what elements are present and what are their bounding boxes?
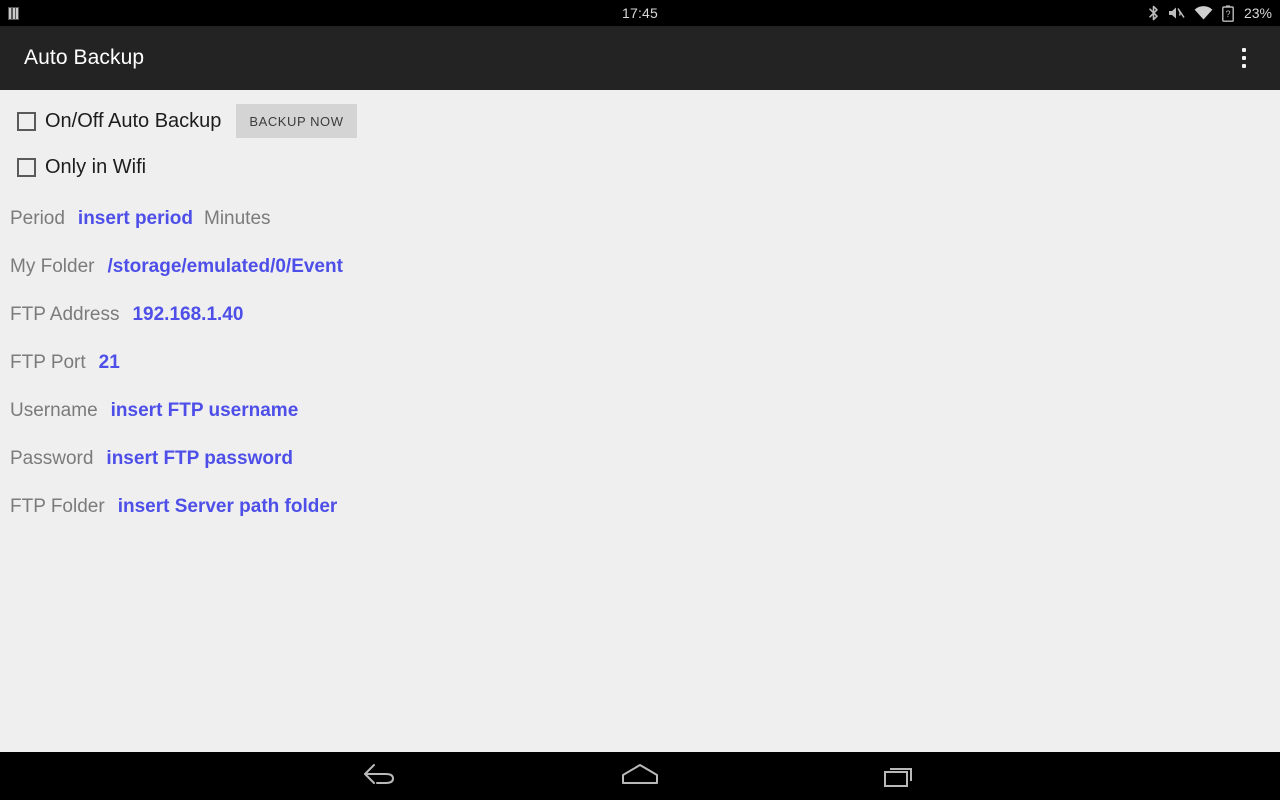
- value-ftp-port[interactable]: 21: [99, 352, 120, 374]
- field-row-my-folder: My Folder /storage/emulated/0/Event: [10, 256, 343, 278]
- settings-content: On/Off Auto Backup BACKUP NOW Only in Wi…: [0, 90, 1280, 752]
- page-title: Auto Backup: [24, 46, 145, 69]
- back-arrow-icon: [364, 764, 394, 784]
- nav-home-button[interactable]: [560, 752, 720, 800]
- checkbox-only-in-wifi[interactable]: [17, 158, 36, 177]
- row-auto-backup-toggle: On/Off Auto Backup BACKUP NOW: [0, 104, 357, 138]
- value-ftp-address[interactable]: 192.168.1.40: [132, 304, 243, 326]
- android-nav-bar: [0, 752, 1280, 800]
- label-username: Username: [10, 400, 98, 421]
- nav-spacer-left: [460, 752, 560, 800]
- volume-muted-icon: [1168, 7, 1185, 19]
- field-row-password: Password insert FTP password: [10, 448, 293, 470]
- checkbox-only-in-wifi-label: Only in Wifi: [45, 156, 147, 178]
- value-ftp-folder[interactable]: insert Server path folder: [118, 496, 338, 518]
- home-icon: [622, 764, 658, 784]
- status-bar-clock: 17:45: [621, 5, 659, 21]
- label-password: Password: [10, 448, 94, 469]
- field-row-ftp-address: FTP Address 192.168.1.40: [10, 304, 243, 326]
- field-row-period: Period insert period Minutes: [10, 208, 271, 230]
- nav-back-button[interactable]: [300, 752, 460, 800]
- status-bar: 17:45 ? 23%: [0, 0, 1280, 26]
- battery-unknown-icon: ?: [1222, 4, 1234, 22]
- field-row-ftp-port: FTP Port 21: [10, 352, 120, 374]
- value-password[interactable]: insert FTP password: [106, 448, 293, 470]
- bluetooth-icon: [1149, 5, 1158, 21]
- suffix-period-minutes: Minutes: [204, 208, 271, 229]
- battery-percentage: 23%: [1243, 5, 1272, 21]
- nav-spacer-right: [720, 752, 820, 800]
- value-username[interactable]: insert FTP username: [111, 400, 299, 422]
- label-period: Period: [10, 208, 65, 229]
- svg-text:?: ?: [1225, 9, 1230, 19]
- checkbox-auto-backup[interactable]: [17, 111, 36, 131]
- recents-icon: [884, 768, 912, 787]
- row-only-in-wifi: Only in Wifi: [0, 156, 146, 179]
- checkbox-auto-backup-label: On/Off Auto Backup: [45, 109, 222, 132]
- field-row-ftp-folder: FTP Folder insert Server path folder: [10, 496, 337, 518]
- value-my-folder[interactable]: /storage/emulated/0/Event: [107, 256, 342, 278]
- label-ftp-port: FTP Port: [10, 352, 86, 373]
- status-bar-clock-container: 17:45: [0, 0, 1280, 26]
- nav-recents-button[interactable]: [820, 752, 980, 800]
- app-bar: Auto Backup: [0, 26, 1280, 90]
- wifi-icon: [1194, 5, 1213, 19]
- backup-now-button[interactable]: BACKUP NOW: [236, 104, 357, 138]
- value-period[interactable]: insert period: [78, 208, 193, 230]
- field-row-username: Username insert FTP username: [10, 400, 298, 422]
- label-ftp-folder: FTP Folder: [10, 496, 105, 517]
- label-ftp-address: FTP Address: [10, 304, 120, 325]
- status-bar-right-icons: ? 23%: [1148, 0, 1272, 26]
- overflow-menu-icon[interactable]: [1222, 26, 1266, 90]
- android-screen: 17:45 ? 23% Auto Backup On/Off Auto Back…: [0, 0, 1280, 800]
- label-my-folder: My Folder: [10, 256, 95, 277]
